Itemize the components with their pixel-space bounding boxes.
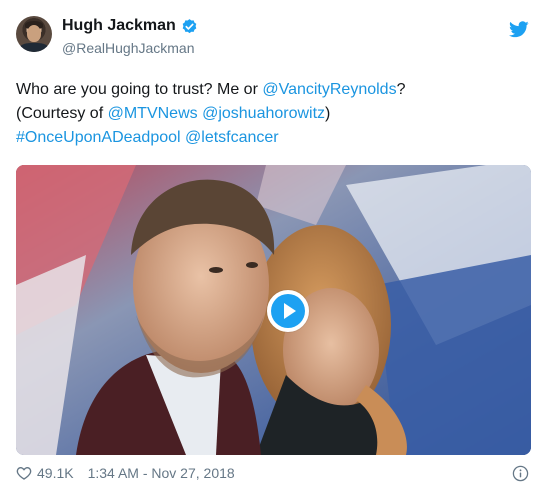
tweet-text-segment: ) [325,105,331,122]
tweet-footer: 49.1K 1:34 AM - Nov 27, 2018 [16,464,235,482]
verified-badge-icon [182,18,197,33]
info-icon[interactable] [512,465,529,482]
mention-vancityreynolds[interactable]: @VancityReynolds [262,81,396,98]
avatar-shirt [19,43,49,52]
video-player[interactable] [16,165,531,455]
tweet-text: Who are you going to trust? Me or @Vanci… [16,78,531,150]
tweet-text-segment: ? [396,81,406,98]
hashtag-onceuponadeadpool[interactable]: #OnceUponADeadpool [16,129,181,146]
tweet-text-segment: Who are you going to trust? Me or [16,81,263,98]
mention-letsfcancer[interactable]: @letsfcancer [185,129,279,146]
play-icon [271,294,305,328]
play-triangle [284,303,296,319]
heart-icon[interactable] [16,465,32,481]
tweet-card: Hugh Jackman @RealHughJackman Who are yo… [0,0,547,495]
mention-joshuahorowitz[interactable]: @joshuahorowitz [202,105,325,122]
tweet-line-2: (Courtesy of @MTVNews @joshuahorowitz) [16,102,531,126]
twitter-bird-icon[interactable] [509,21,529,38]
author-display-name[interactable]: Hugh Jackman [62,17,176,35]
tweet-line-3: #OnceUponADeadpool @letsfcancer [16,126,531,150]
tweet-text-segment: (Courtesy of [16,105,108,122]
like-count[interactable]: 49.1K [37,465,74,481]
mention-mtvnews[interactable]: @MTVNews [108,105,198,122]
tweet-timestamp[interactable]: 1:34 AM - Nov 27, 2018 [88,465,235,481]
author-name-row[interactable]: Hugh Jackman [62,16,198,36]
play-button[interactable] [267,290,309,332]
tweet-line-1: Who are you going to trust? Me or @Vanci… [16,78,531,102]
avatar-face [27,25,41,42]
avatar[interactable] [16,16,52,52]
author-handle[interactable]: @RealHughJackman [62,40,195,56]
